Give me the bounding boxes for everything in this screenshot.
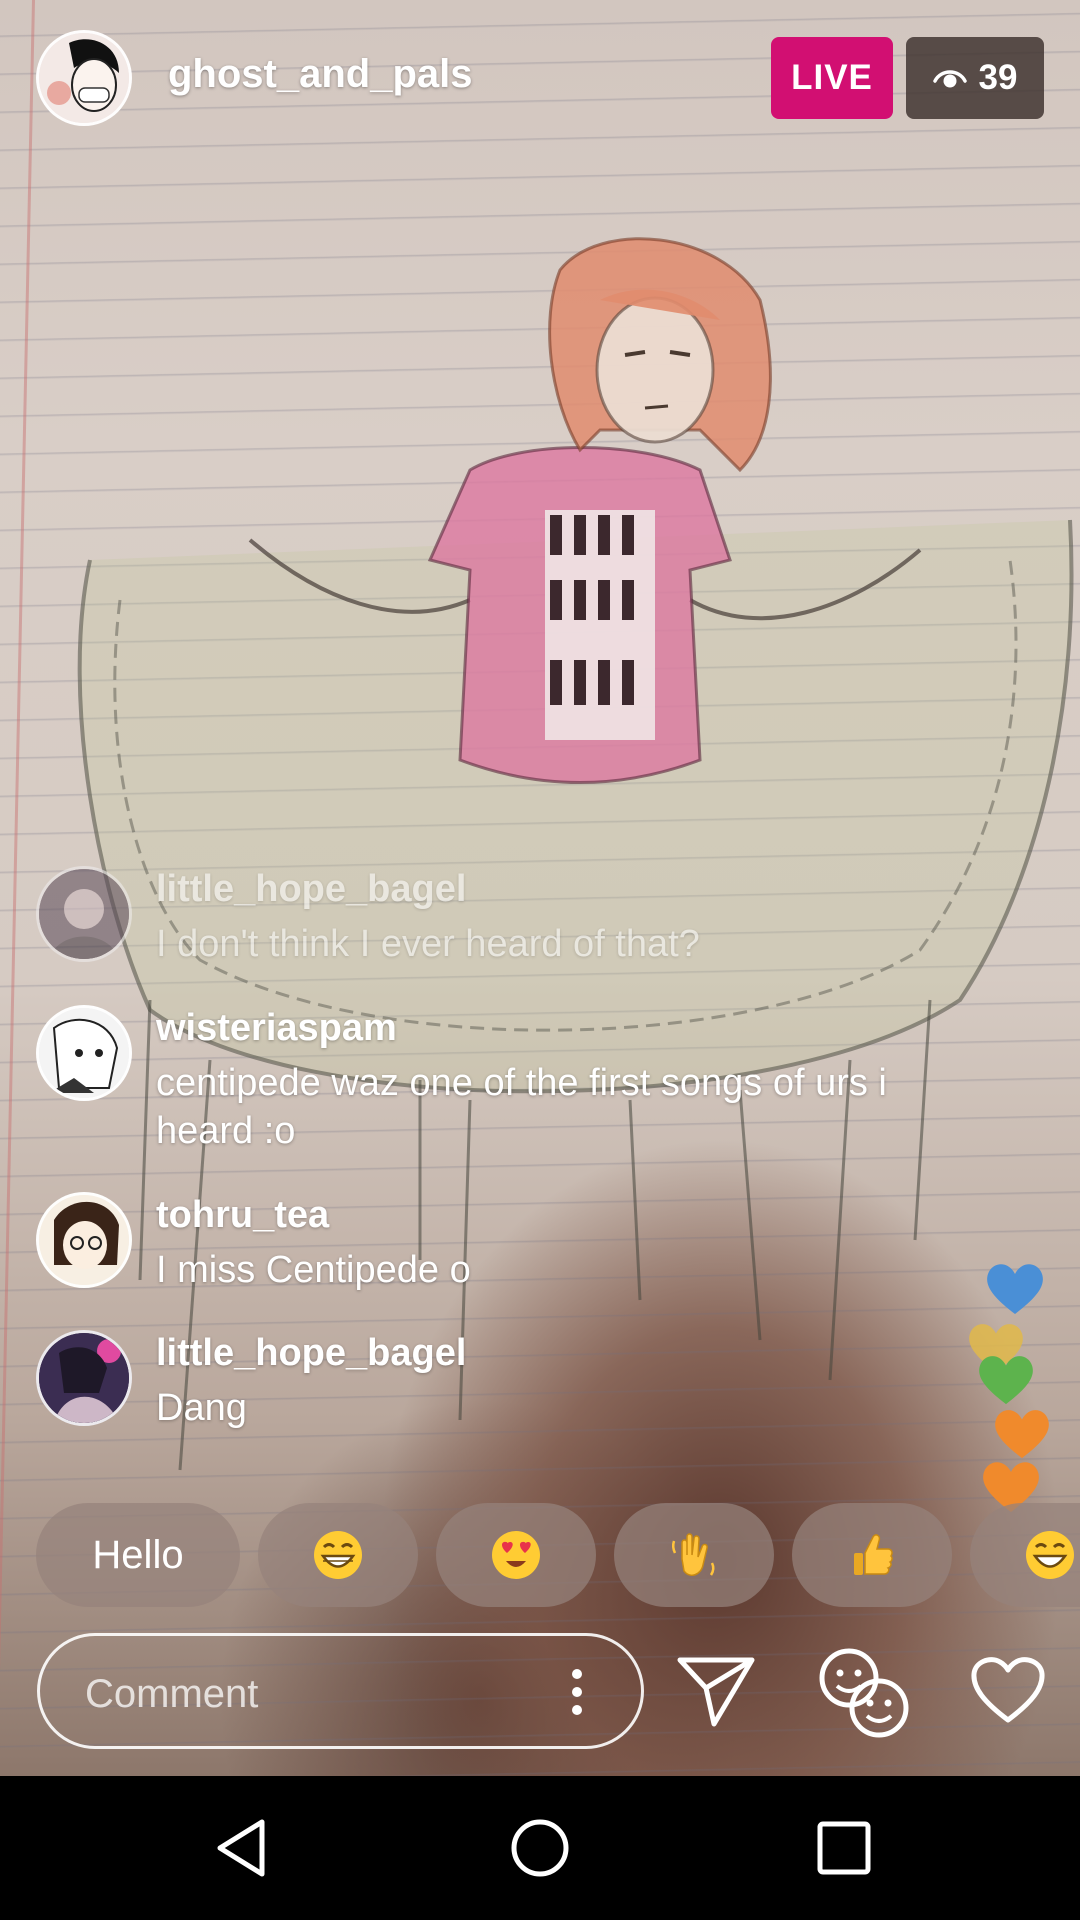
comment-username[interactable]: little_hope_bagel [156,1332,466,1375]
reaction-hello-label: Hello [92,1532,184,1577]
heart-eyes-face-icon [492,1531,540,1579]
commenter-avatar[interactable] [36,1005,132,1101]
eye-icon [932,70,967,88]
comment-placeholder: Comment [85,1672,259,1716]
viewer-count: 39 [978,58,1018,97]
thumbs-up-icon [854,1534,893,1575]
grinning-face-icon [1026,1531,1074,1579]
host-username[interactable]: ghost_and_pals [168,52,473,97]
reaction-hello-button[interactable]: Hello [36,1503,240,1607]
floating-heart-icon [987,1264,1043,1314]
reaction-wave-button[interactable] [614,1503,774,1607]
commenter-avatar[interactable] [36,1192,132,1288]
live-badge: LIVE [771,37,893,119]
comment-username[interactable]: little_hope_bagel [156,868,466,911]
avatar-image [39,1008,129,1098]
viewer-count-badge[interactable]: 39 [906,37,1044,119]
comment-username[interactable]: tohru_tea [156,1194,329,1237]
system-nav-bar [0,1776,1080,1920]
commenter-avatar[interactable] [36,1330,132,1426]
avatar-image [39,1195,129,1285]
quick-reactions-row: Hello [0,1503,1080,1607]
commenter-avatar[interactable] [36,866,132,962]
floating-heart-icon [979,1356,1033,1405]
host-avatar[interactable] [36,30,132,126]
recents-icon[interactable] [812,1816,876,1880]
reaction-thumbs-up-button[interactable] [792,1503,952,1607]
like-heart-icon[interactable] [970,1656,1046,1724]
reaction-heart-eyes-button[interactable] [436,1503,596,1607]
comment-input[interactable]: Comment [37,1633,644,1749]
avatar-image [39,33,129,123]
back-icon[interactable] [210,1816,274,1880]
reaction-grinning-button[interactable] [258,1503,418,1607]
more-options-icon[interactable] [571,1668,583,1716]
comment-text: I miss Centipede o [156,1249,471,1291]
comment-text: Dang [156,1387,247,1429]
avatar-image [39,869,129,959]
avatar-image [39,1333,129,1423]
send-icon[interactable] [676,1654,756,1728]
comment-text: centipede waz one of the first songs of … [156,1062,887,1152]
grinning-face-icon [314,1531,362,1579]
face-filter-icon[interactable] [815,1644,911,1740]
reaction-grinning-button[interactable] [970,1503,1080,1607]
floating-heart-icon [995,1410,1049,1459]
comment-username[interactable]: wisteriaspam [156,1007,397,1050]
home-icon[interactable] [508,1816,572,1880]
waving-hand-icon [671,1533,715,1576]
comment-text: I don't think I ever heard of that? [156,923,700,965]
